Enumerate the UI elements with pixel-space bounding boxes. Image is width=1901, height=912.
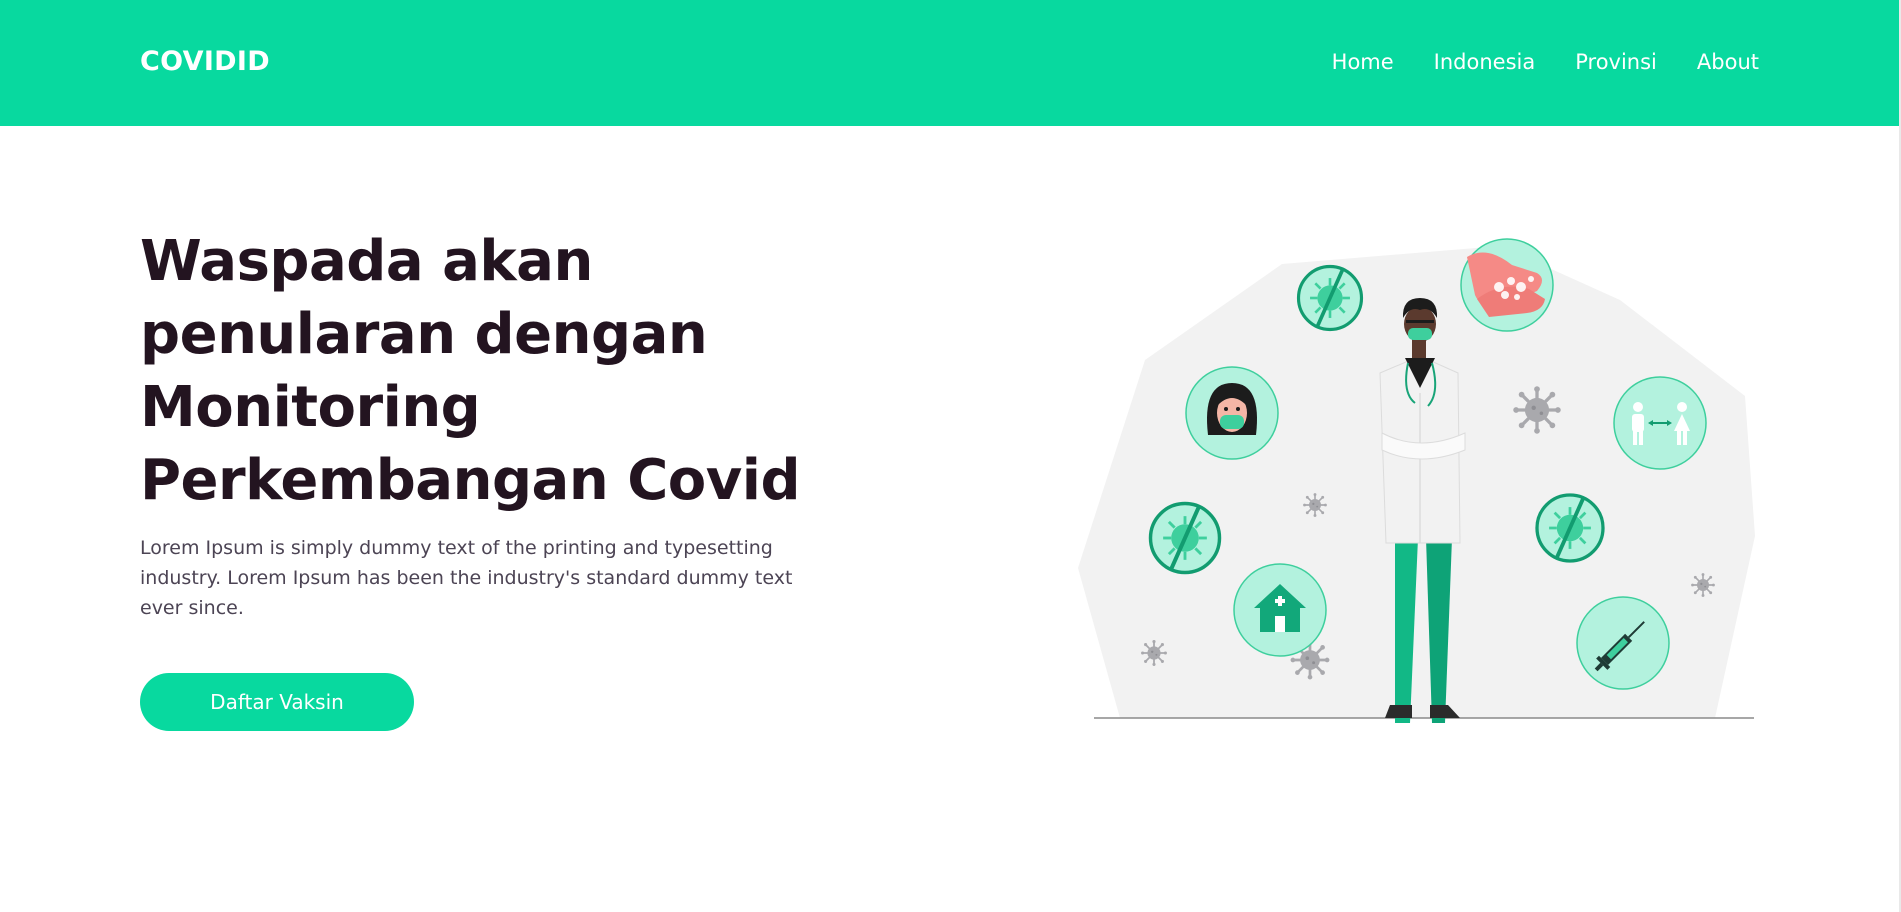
hero-title-line: Perkembangan Covid [140,448,801,513]
brand-logo[interactable]: COVIDID [140,46,270,77]
nav-home-link[interactable]: Home [1332,50,1394,74]
hero-description-line: industry. Lorem Ipsum has been the indus… [140,567,793,589]
hero-description: Lorem Ipsum is simply dummy text of the … [140,533,840,623]
no-virus-icon [1296,264,1364,332]
virus-icon [1140,639,1168,667]
hero-title: Waspada akan penularan dengan Monitoring… [140,225,900,517]
virus-icon [1302,492,1328,518]
daftar-vaksin-button[interactable]: Daftar Vaksin [140,673,414,731]
social-distancing-icon [1613,376,1707,470]
hero-title-line: Waspada akan [140,229,593,294]
vaccine-syringe-icon [1576,596,1670,690]
virus-icon [1511,384,1563,436]
hand-washing-icon [1460,238,1554,332]
virus-icon [1690,572,1716,598]
main-nav: Home Indonesia Provinsi About [1292,50,1759,74]
hero-title-line: Monitoring [140,375,481,440]
covid-prevention-illustration [1078,238,1755,723]
home-icon [1233,563,1327,657]
hero-title-line: penularan dengan [140,302,708,367]
nav-provinsi-link[interactable]: Provinsi [1575,50,1657,74]
no-virus-icon [1151,504,1220,573]
nav-indonesia-link[interactable]: Indonesia [1434,50,1536,74]
top-navbar: COVIDID Home Indonesia Provinsi About [0,0,1901,126]
masked-woman-icon [1185,366,1279,460]
hero-description-line: ever since. [140,597,244,619]
no-virus-icon [1535,493,1605,563]
hero-description-line: Lorem Ipsum is simply dummy text of the … [140,537,773,559]
nav-about-link[interactable]: About [1697,50,1759,74]
